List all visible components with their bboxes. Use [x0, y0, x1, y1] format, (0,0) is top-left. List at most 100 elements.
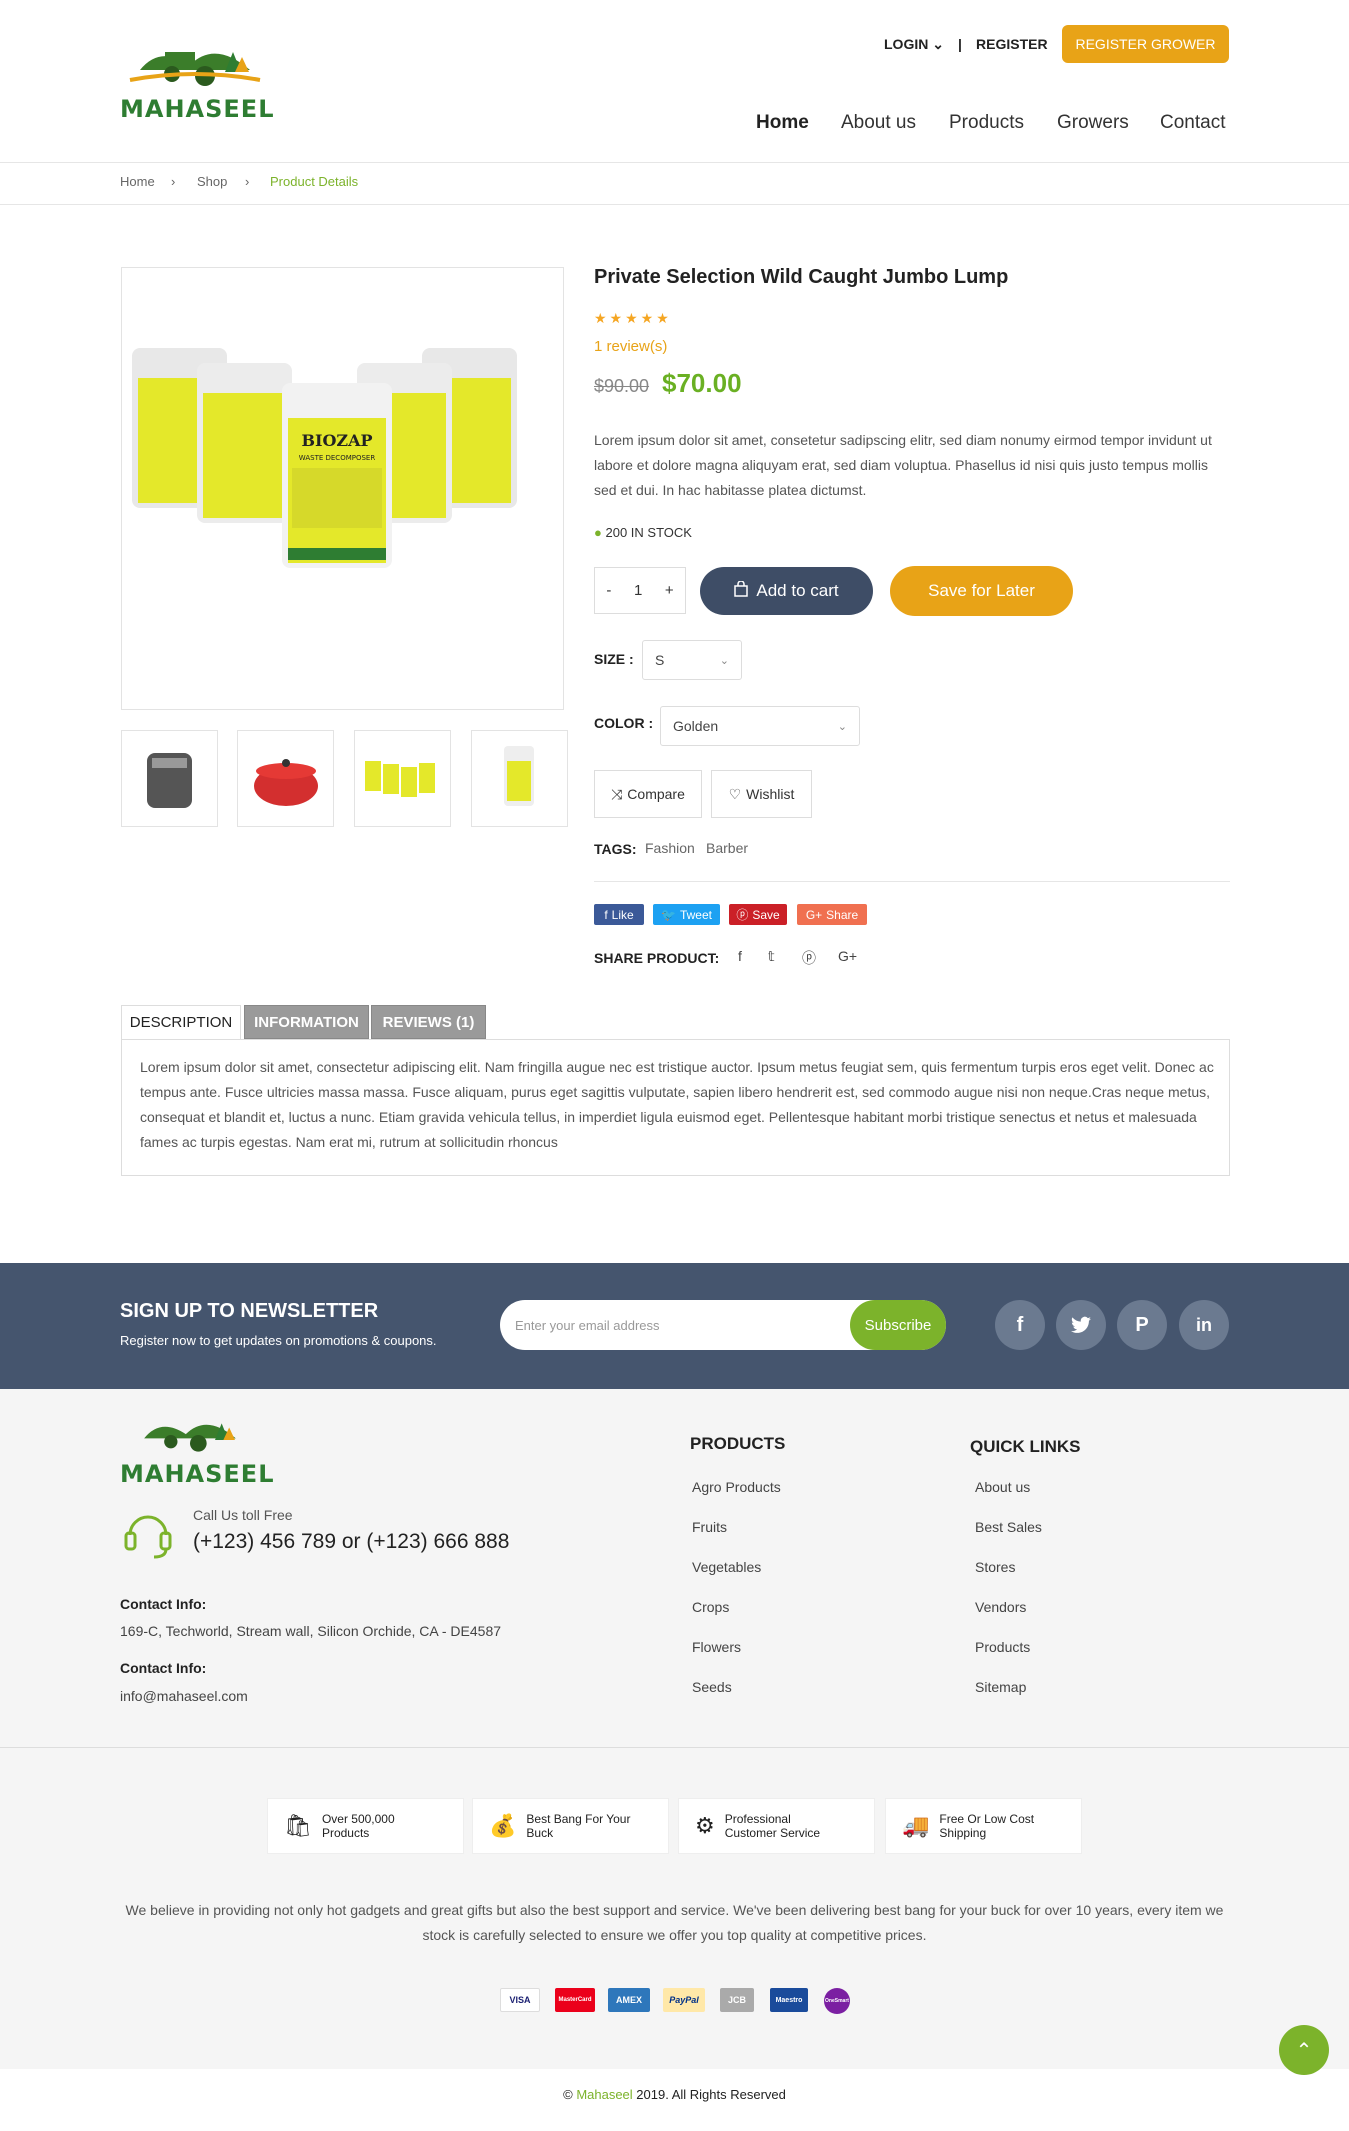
- copyright-brand-link[interactable]: Mahaseel: [576, 2087, 632, 2102]
- money-hand-icon: 💰: [489, 1813, 517, 1838]
- twitter-icon[interactable]: [1056, 1300, 1106, 1350]
- footer-link-best-sales[interactable]: Best Sales: [975, 1519, 1042, 1535]
- facebook-icon[interactable]: f: [995, 1300, 1045, 1350]
- footer-link-flowers[interactable]: Flowers: [692, 1639, 741, 1655]
- stock-text: 200 IN STOCK: [605, 525, 692, 540]
- thumbnail-bread-maker[interactable]: [121, 730, 218, 827]
- red-pot-image: [254, 759, 318, 806]
- breadcrumb-home[interactable]: Home: [120, 174, 155, 189]
- contact-title: Contact Info:: [120, 1660, 207, 1676]
- pinterest-icon[interactable]: ⓟ: [802, 948, 816, 968]
- thumbnail-biozap-group[interactable]: [354, 730, 451, 827]
- color-select[interactable]: Golden ⌄: [660, 706, 860, 746]
- qty-plus-button[interactable]: +: [665, 582, 674, 599]
- nav-products[interactable]: Products: [949, 112, 1024, 134]
- tab-information[interactable]: INFORMATION: [244, 1005, 369, 1039]
- shopping-bag-icon: [734, 579, 749, 602]
- footer-link-vegetables[interactable]: Vegetables: [692, 1559, 761, 1575]
- divider: |: [958, 36, 962, 52]
- add-to-cart-button[interactable]: Add to cart: [700, 567, 873, 615]
- products-column-title: PRODUCTS: [690, 1434, 786, 1453]
- about-text: We believe in providing not only hot gad…: [125, 1902, 1224, 1943]
- jcb-icon: JCB: [720, 1988, 754, 2012]
- quick-links-title: QUICK LINKS: [970, 1437, 1081, 1456]
- tag-fashion[interactable]: Fashion: [645, 840, 695, 856]
- scroll-to-top-button[interactable]: ⌃: [1279, 2025, 1329, 2075]
- size-value: S: [655, 652, 665, 668]
- tweet-button[interactable]: 🐦 Tweet: [653, 904, 720, 925]
- site-logo[interactable]: MAHASEEL: [120, 30, 275, 125]
- login-link[interactable]: LOGIN ⌄: [884, 36, 944, 53]
- register-grower-button[interactable]: REGISTER GROWER: [1062, 25, 1229, 63]
- compare-button[interactable]: ⤨ Compare: [594, 770, 702, 818]
- footer-link-sitemap[interactable]: Sitemap: [975, 1679, 1026, 1695]
- footer-link-crops[interactable]: Crops: [692, 1599, 729, 1615]
- thumbnail-red-pot[interactable]: [237, 730, 334, 827]
- footer-link-about[interactable]: About us: [975, 1479, 1030, 1495]
- footer-link-agro[interactable]: Agro Products: [692, 1479, 781, 1495]
- color-label: COLOR :: [594, 715, 654, 731]
- email-link[interactable]: info@mahaseel.com: [120, 1688, 248, 1704]
- tab-content: Lorem ipsum dolor sit amet, consectetur …: [140, 1059, 1214, 1150]
- svg-text:WASTE DECOMPOSER: WASTE DECOMPOSER: [299, 454, 376, 462]
- copyright: © Mahaseel 2019. All Rights Reserved: [563, 2087, 786, 2102]
- price: $70.00: [662, 368, 742, 398]
- logo-text: MAHASEEL: [120, 95, 275, 123]
- twitter-icon[interactable]: 𝕥: [768, 948, 775, 965]
- nav-contact[interactable]: Contact: [1160, 112, 1225, 134]
- footer-logo[interactable]: MAHASEEL: [120, 1405, 274, 1488]
- phone-numbers[interactable]: (+123) 456 789 or (+123) 666 888: [193, 1530, 509, 1554]
- product-main-image[interactable]: BIOZAP WASTE DECOMPOSER: [121, 267, 564, 710]
- footer-link-products[interactable]: Products: [975, 1639, 1030, 1655]
- tab-description[interactable]: DESCRIPTION: [121, 1005, 241, 1039]
- google-share-button[interactable]: G+ Share: [797, 904, 867, 925]
- old-price: $90.00: [594, 376, 650, 396]
- header-divider: [0, 162, 1349, 163]
- footer-link-stores[interactable]: Stores: [975, 1559, 1015, 1575]
- nav-about[interactable]: About us: [841, 112, 916, 134]
- chevron-down-icon: ⌄: [719, 654, 729, 667]
- review-count-link[interactable]: 1 review(s): [594, 338, 667, 355]
- visa-icon: VISA: [500, 1988, 540, 2012]
- tractor-logo-icon: [129, 52, 261, 86]
- breadcrumb-shop[interactable]: Shop: [197, 174, 227, 189]
- qty-minus-button[interactable]: -: [606, 582, 611, 599]
- thumbnail-biozap-single[interactable]: [471, 730, 568, 827]
- tractor-logo-icon: [144, 1423, 236, 1452]
- linkedin-icon[interactable]: in: [1179, 1300, 1229, 1350]
- svg-text:BIOZAP: BIOZAP: [301, 431, 372, 450]
- wishlist-button[interactable]: ♡ Wishlist: [711, 770, 812, 818]
- facebook-icon[interactable]: f: [738, 948, 742, 964]
- logo-text: MAHASEEL: [120, 1460, 275, 1488]
- product-title: Private Selection Wild Caught Jumbo Lump: [594, 266, 1009, 288]
- google-plus-icon[interactable]: G+: [838, 948, 857, 964]
- footer-link-seeds[interactable]: Seeds: [692, 1679, 732, 1695]
- tag-barber[interactable]: Barber: [706, 840, 748, 856]
- tab-reviews[interactable]: REVIEWS (1): [371, 1005, 486, 1039]
- tags-label: TAGS:: [594, 841, 637, 857]
- quantity-stepper[interactable]: - 1 +: [594, 567, 686, 614]
- facebook-like-button[interactable]: f Like: [594, 904, 644, 925]
- qty-value[interactable]: 1: [634, 582, 642, 599]
- heart-icon: ♡: [728, 785, 742, 802]
- feature-best-bang: 💰 Best Bang For Your Buck: [472, 1798, 669, 1854]
- biozap-group-image: [365, 761, 435, 797]
- twitter-icon: 🐦: [661, 907, 676, 922]
- register-link[interactable]: REGISTER: [976, 36, 1048, 52]
- pinterest-save-button[interactable]: ⓟ Save: [729, 904, 787, 925]
- footer-link-fruits[interactable]: Fruits: [692, 1519, 727, 1535]
- amex-icon: AMEX: [608, 1988, 650, 2012]
- footer-link-vendors[interactable]: Vendors: [975, 1599, 1026, 1615]
- size-label: SIZE :: [594, 651, 634, 667]
- chevron-up-icon: ⌃: [1295, 2039, 1313, 2062]
- bread-maker-image: [147, 753, 192, 808]
- size-select[interactable]: S ⌄: [642, 640, 742, 680]
- nav-home[interactable]: Home: [756, 112, 809, 134]
- subscribe-button[interactable]: Subscribe: [850, 1300, 946, 1350]
- onesmart-icon: OneSmart: [824, 1988, 850, 2014]
- save-for-later-button[interactable]: Save for Later: [890, 566, 1073, 616]
- nav-growers[interactable]: Growers: [1057, 112, 1129, 134]
- mastercard-icon: MasterCard: [555, 1988, 595, 2012]
- pinterest-icon[interactable]: P: [1117, 1300, 1167, 1350]
- breadcrumb-current: Product Details: [270, 174, 359, 189]
